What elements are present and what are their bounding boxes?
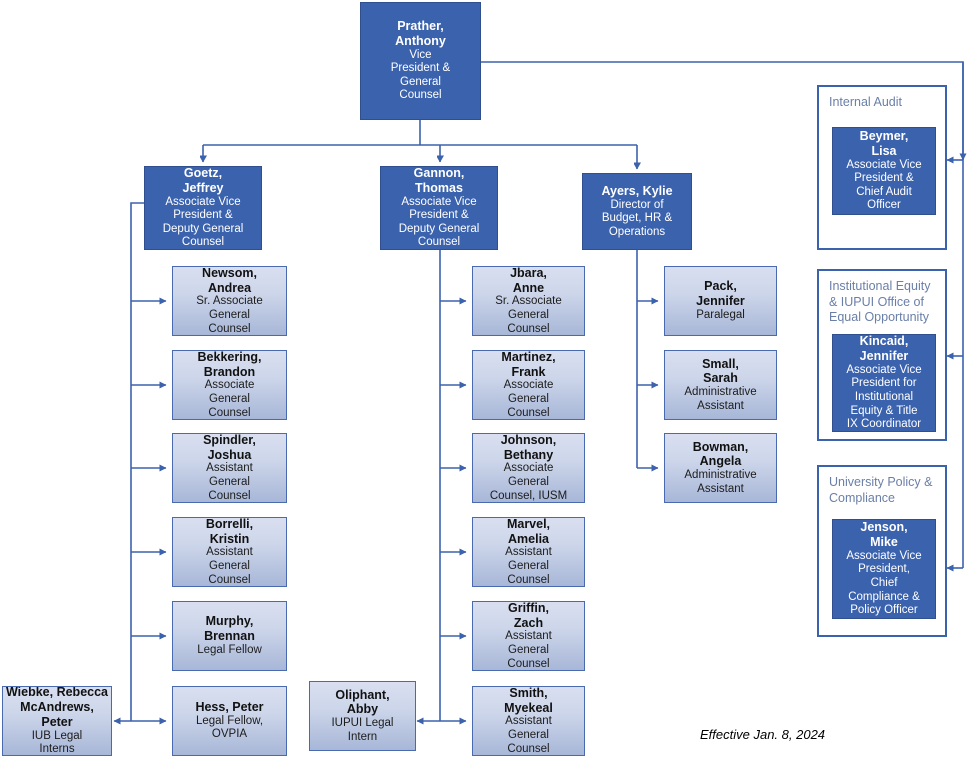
node-title: Assistant General Counsel [505,715,552,755]
node-name: Smith, Myekeal [504,686,553,715]
node-title: Associate Vice President & Chief Audit O… [846,158,922,212]
node-title: Legal Fellow, OVPIA [195,714,264,741]
group-internal-audit: Internal Audit Beymer, Lisa Associate Vi… [817,85,947,250]
node-title: Associate General Counsel, IUSM [489,462,568,502]
node-bowman-angela[interactable]: Bowman, Angela Administrative Assistant [664,433,777,503]
node-name: Borrelli, Kristin [205,517,254,546]
node-title: Sr. Associate General Counsel [495,295,562,335]
node-title: IUB Legal Interns [31,729,83,756]
node-spindler-joshua[interactable]: Spindler, Joshua Assistant General Couns… [172,433,287,503]
node-title: Assistant General Counsel [206,546,253,586]
group-title: Institutional Equity & IUPUI Office of E… [829,279,931,325]
node-name: Small, Sarah [702,356,739,386]
node-title: Administrative Assistant [684,469,757,495]
node-title: Paralegal [696,308,745,321]
node-name: Kincaid, Jennifer [859,334,909,364]
node-name: Wiebke, Rebecca McAndrews, Peter [5,686,109,729]
node-title: Associate Vice President, Chief Complian… [846,549,922,617]
node-name: Pack, Jennifer [696,279,745,309]
node-hess-peter[interactable]: Hess, Peter Legal Fellow, OVPIA [172,686,287,756]
node-griffin-zach[interactable]: Griffin, Zach Assistant General Counsel [472,601,585,671]
node-goetz-jeffrey[interactable]: Goetz, Jeffrey Associate Vice President … [144,166,262,250]
node-name: Hess, Peter [195,700,264,715]
group-institutional-equity: Institutional Equity & IUPUI Office of E… [817,269,947,441]
node-johnson-bethany[interactable]: Johnson, Bethany Associate General Couns… [472,433,585,503]
node-gannon-thomas[interactable]: Gannon, Thomas Associate Vice President … [380,166,498,250]
group-university-policy-compliance: University Policy & Compliance Jenson, M… [817,465,947,637]
node-title: Associate General Counsel [204,379,255,419]
node-beymer-lisa[interactable]: Beymer, Lisa Associate Vice President & … [832,127,936,215]
node-name: Jenson, Mike [860,520,908,550]
node-name: Goetz, Jeffrey [182,166,224,195]
node-name: Oliphant, Abby [335,687,390,717]
node-newsom-andrea[interactable]: Newsom, Andrea Sr. Associate General Cou… [172,266,287,336]
node-name: Beymer, Lisa [859,129,909,158]
node-kincaid-jennifer[interactable]: Kincaid, Jennifer Associate Vice Preside… [832,334,936,432]
node-name: Jbara, Anne [510,266,547,295]
node-name: Bowman, Angela [692,439,749,469]
node-title: Assistant General Counsel [206,462,253,502]
node-title: Associate Vice President & Deputy Genera… [398,195,480,249]
node-name: Ayers, Kylie [601,183,673,198]
node-name: Martinez, Frank [501,350,556,379]
node-jbara-anne[interactable]: Jbara, Anne Sr. Associate General Counse… [472,266,585,336]
node-name: Griffin, Zach [508,601,549,630]
node-title: Vice President & General Counsel [390,48,451,102]
node-title: Assistant General Counsel [505,630,552,670]
node-small-sarah[interactable]: Small, Sarah Administrative Assistant [664,350,777,420]
node-title: Assistant General Counsel [505,546,552,586]
node-marvel-amelia[interactable]: Marvel, Amelia Assistant General Counsel [472,517,585,587]
node-name: Johnson, Bethany [500,433,557,462]
node-title: Associate Vice President for Institution… [846,363,922,431]
node-title: Administrative Assistant [684,386,757,412]
node-title: Associate General Counsel [503,379,554,419]
node-name: Bekkering, Brandon [197,350,262,379]
node-iub-legal-interns[interactable]: Wiebke, Rebecca McAndrews, Peter IUB Leg… [2,686,112,756]
group-title: University Policy & Compliance [829,475,933,505]
node-prather-anthony[interactable]: Prather, Anthony Vice President & Genera… [360,2,481,120]
node-bekkering-brandon[interactable]: Bekkering, Brandon Associate General Cou… [172,350,287,420]
node-title: Legal Fellow [197,643,262,656]
node-ayers-kylie[interactable]: Ayers, Kylie Director of Budget, HR & Op… [582,173,692,250]
node-jenson-mike[interactable]: Jenson, Mike Associate Vice President, C… [832,519,936,619]
group-title: Internal Audit [829,95,902,109]
node-name: Spindler, Joshua [203,433,256,462]
node-name: Gannon, Thomas [413,166,465,195]
org-chart-canvas: Prather, Anthony Vice President & Genera… [0,0,967,760]
node-smith-myekeal[interactable]: Smith, Myekeal Assistant General Counsel [472,686,585,756]
node-oliphant-abby[interactable]: Oliphant, Abby IUPUI Legal Intern [309,681,416,751]
node-pack-jennifer[interactable]: Pack, Jennifer Paralegal [664,266,777,336]
node-name: Murphy, Brennan [204,614,255,644]
node-martinez-frank[interactable]: Martinez, Frank Associate General Counse… [472,350,585,420]
node-name: Marvel, Amelia [506,517,551,546]
node-title: Director of Budget, HR & Operations [601,198,673,238]
node-name: Prather, Anthony [395,19,446,48]
node-murphy-brennan[interactable]: Murphy, Brennan Legal Fellow [172,601,287,671]
node-name: Newsom, Andrea [202,266,257,295]
effective-date-note: Effective Jan. 8, 2024 [700,727,826,742]
node-title: Associate Vice President & Deputy Genera… [162,195,244,249]
node-title: IUPUI Legal Intern [331,717,394,743]
node-title: Sr. Associate General Counsel [196,295,263,335]
node-borrelli-kristin[interactable]: Borrelli, Kristin Assistant General Coun… [172,517,287,587]
